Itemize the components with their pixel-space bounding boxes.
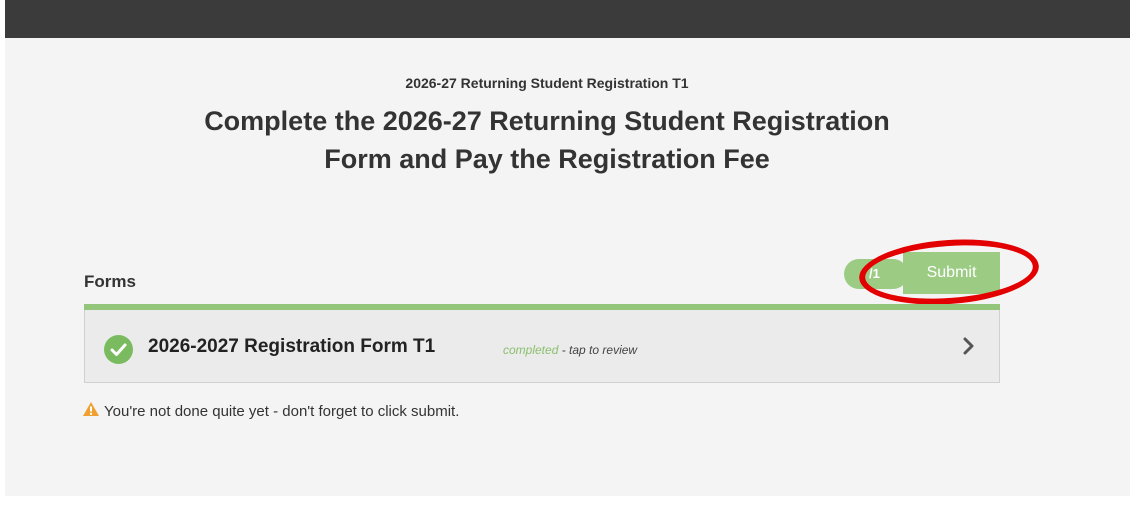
form-status-word: completed [503,343,559,357]
top-bar [5,0,1130,38]
forms-section-label: Forms [84,272,136,291]
chevron-right-icon [963,337,975,360]
submit-button[interactable]: Submit [903,252,1000,294]
form-status-hint: - tap to review [558,343,638,357]
page-title: Complete the 2026-27 Returning Student R… [5,102,1089,178]
form-item-status: completed - tap to review [503,343,637,357]
page-title-line-2: Form and Pay the Registration Fee [324,144,770,174]
submit-reminder-text: You're not done quite yet - don't forget… [104,402,460,420]
submit-reminder: You're not done quite yet - don't forget… [82,401,459,421]
forms-progress-badge: /1 [844,259,908,289]
form-item-name: 2026-2027 Registration Form T1 [148,336,436,357]
page-subtitle: 2026-27 Returning Student Registration T… [405,75,689,91]
main-content: 2026-27 Returning Student Registration T… [5,38,1130,496]
check-circle-icon [104,335,133,364]
forms-progress-count: /1 [869,266,880,281]
warning-icon [82,401,100,421]
form-item-registration[interactable]: 2026-2027 Registration Form T1 completed… [84,310,1000,383]
page-title-line-1: Complete the 2026-27 Returning Student R… [204,106,890,136]
